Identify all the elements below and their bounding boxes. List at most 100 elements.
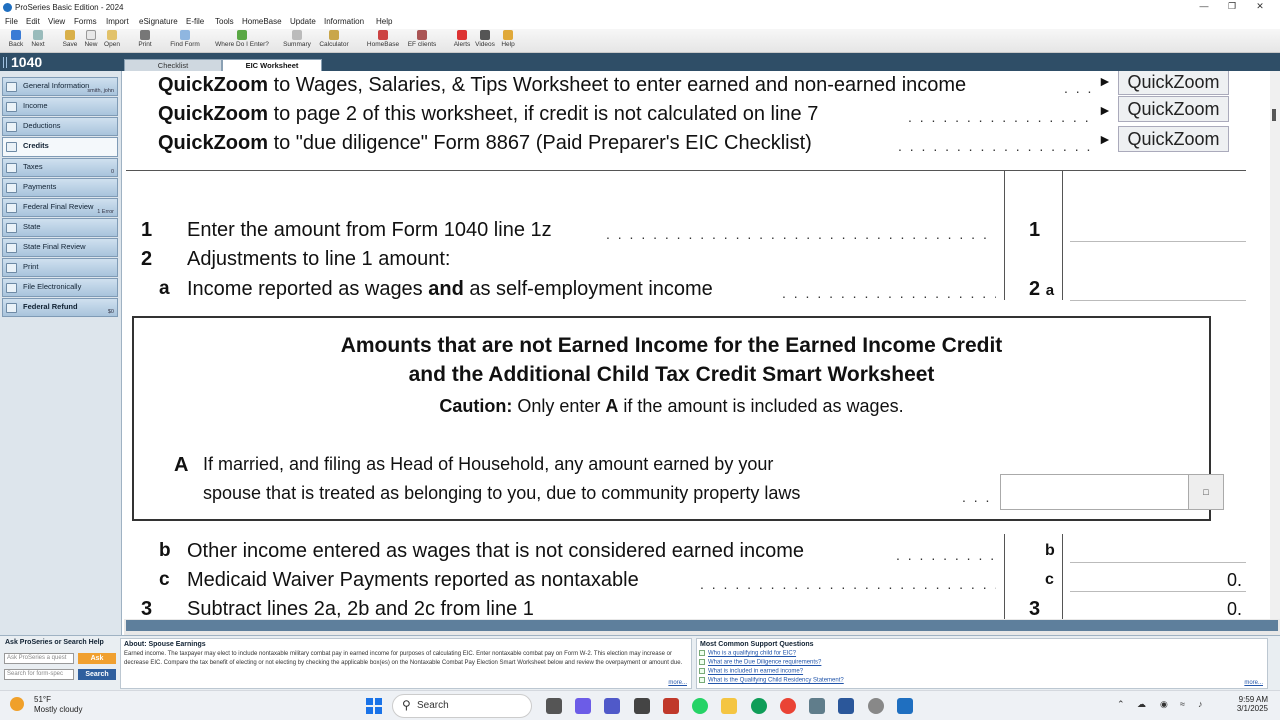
settings-icon[interactable] <box>809 698 825 714</box>
checkmark-icon <box>699 677 705 683</box>
menu-homebase[interactable]: HomeBase <box>242 17 282 26</box>
menu-view[interactable]: View <box>48 17 65 26</box>
menu-esignature[interactable]: eSignature <box>139 17 178 26</box>
support-question-link[interactable]: Who is a qualifying child for EIC? <box>699 650 796 657</box>
where-do-i-enter-button[interactable]: Where Do I Enter? <box>210 30 274 52</box>
divider <box>126 170 1246 171</box>
maximize-icon[interactable]: ❐ <box>1222 1 1242 12</box>
homebase-button[interactable]: HomeBase <box>365 30 401 52</box>
line-1-amount-field[interactable] <box>1070 220 1246 242</box>
smart-line-a-amount-field[interactable] <box>1000 474 1190 510</box>
summary-button[interactable]: Summary <box>281 30 313 52</box>
open-button[interactable]: Open <box>101 30 123 52</box>
quickzoom-due-diligence-button[interactable]: QuickZoom <box>1118 126 1229 152</box>
ef-clients-button[interactable]: EF clients <box>404 30 440 52</box>
nav-print[interactable]: Print <box>2 258 118 277</box>
minimize-icon[interactable]: — <box>1194 1 1214 11</box>
task-view-icon[interactable] <box>546 698 562 714</box>
volume-icon[interactable]: ♪ <box>1198 699 1203 709</box>
scroll-thumb[interactable] <box>1272 109 1276 121</box>
quickzoom-wages-button[interactable]: QuickZoom <box>1118 71 1229 95</box>
chevron-up-icon[interactable]: ⌃ <box>1117 699 1125 710</box>
mcafee-icon[interactable] <box>663 698 679 714</box>
nav-payments[interactable]: Payments <box>2 178 118 197</box>
nav-state[interactable]: State <box>2 218 118 237</box>
chrome-icon[interactable] <box>780 698 796 714</box>
nav-state-final-review[interactable]: State Final Review <box>2 238 118 257</box>
smart-line-a-detail-button[interactable]: □ <box>1188 474 1224 510</box>
about-more-link[interactable]: more... <box>668 680 687 686</box>
menu-edit[interactable]: Edit <box>26 17 40 26</box>
nav-federal-final-review[interactable]: Federal Final Review 1 Error <box>2 198 118 217</box>
menu-efile[interactable]: E-file <box>186 17 204 26</box>
teams-icon[interactable] <box>604 698 620 714</box>
form-menu-icon <box>3 57 7 68</box>
whatsapp-icon[interactable] <box>692 698 708 714</box>
horizontal-scrollbar[interactable] <box>124 619 1280 635</box>
support-more-link[interactable]: more... <box>1244 680 1263 686</box>
column-divider <box>1062 170 1063 300</box>
network-icon[interactable]: ◉ <box>1160 699 1168 710</box>
copilot-icon[interactable] <box>575 698 591 714</box>
nav-taxes[interactable]: Taxes 0 <box>2 158 118 177</box>
videos-button[interactable]: Videos <box>473 30 497 52</box>
onedrive-icon[interactable]: ☁ <box>1137 699 1146 710</box>
menu-help[interactable]: Help <box>376 17 392 26</box>
line-2c-amount-field[interactable]: 0. <box>1070 570 1246 592</box>
nav-file-electronically[interactable]: File Electronically <box>2 278 118 297</box>
taskbar-search[interactable]: ⚲ Search <box>392 694 532 718</box>
nav-deductions[interactable]: Deductions <box>2 117 118 136</box>
proseries-taskbar-icon[interactable] <box>897 698 913 714</box>
windows-start-icon[interactable] <box>366 698 382 714</box>
support-question-link[interactable]: What is the Qualifying Child Residency S… <box>699 677 844 684</box>
file-explorer-icon[interactable] <box>721 698 737 714</box>
find-form-button[interactable]: Find Form <box>166 30 204 52</box>
video-icon <box>480 30 490 40</box>
help-button[interactable]: Help <box>498 30 518 52</box>
menu-update[interactable]: Update <box>290 17 316 26</box>
nav-general-information[interactable]: General Information smith, john <box>2 77 118 96</box>
search-help-button[interactable]: Search <box>78 669 116 680</box>
nav-income[interactable]: Income <box>2 97 118 116</box>
federal-refund-icon <box>6 303 17 313</box>
search-help-input[interactable]: Search for form-spec <box>4 669 74 680</box>
app-icon[interactable] <box>868 698 884 714</box>
support-question-link[interactable]: What is included in earned income? <box>699 668 803 675</box>
store-icon[interactable] <box>634 698 650 714</box>
support-question-link[interactable]: What are the Due Diligence requirements? <box>699 659 821 666</box>
about-description: Earned income. The taxpayer may elect to… <box>124 651 683 666</box>
line-2a-letter: a <box>159 278 170 299</box>
wifi-icon[interactable]: ≈ <box>1180 699 1185 709</box>
close-icon[interactable]: ✕ <box>1250 1 1270 12</box>
back-button[interactable]: Back <box>5 30 27 52</box>
line-3-amount-field[interactable]: 0. <box>1070 599 1246 619</box>
nav-federal-refund[interactable]: Federal Refund $0 <box>2 298 118 317</box>
taskbar-clock[interactable]: 9:59 AM 3/1/2025 <box>1222 695 1268 713</box>
line-2b-letter: b <box>159 540 171 561</box>
menu-file[interactable]: File <box>5 17 18 26</box>
detail-icon: □ <box>1203 487 1209 497</box>
horizontal-scroll-thumb[interactable] <box>126 620 1278 631</box>
edge-icon[interactable] <box>751 698 767 714</box>
ask-input[interactable]: Ask ProSeries a quest <box>4 653 74 664</box>
new-button[interactable]: New <box>80 30 102 52</box>
menu-import[interactable]: Import <box>106 17 129 26</box>
tab-eic-worksheet[interactable]: EIC Worksheet <box>222 59 322 71</box>
ask-button[interactable]: Ask <box>78 653 116 664</box>
tab-checklist[interactable]: Checklist <box>124 59 222 71</box>
federal-final-review-icon <box>6 203 17 213</box>
menu-tools[interactable]: Tools <box>215 17 234 26</box>
next-button[interactable]: Next <box>27 30 49 52</box>
calculator-button[interactable]: Calculator <box>316 30 352 52</box>
menu-information[interactable]: Information <box>324 17 364 26</box>
alerts-button[interactable]: Alerts <box>452 30 472 52</box>
quickzoom-page2-button[interactable]: QuickZoom <box>1118 96 1229 122</box>
vertical-scrollbar[interactable] <box>1270 71 1280 619</box>
save-button[interactable]: Save <box>59 30 81 52</box>
menu-forms[interactable]: Forms <box>74 17 97 26</box>
print-button[interactable]: Print <box>134 30 156 52</box>
line-2b-amount-field[interactable] <box>1070 541 1246 563</box>
word-icon[interactable] <box>838 698 854 714</box>
line-2a-amount-field[interactable] <box>1070 279 1246 301</box>
nav-credits[interactable]: Credits <box>2 137 118 157</box>
